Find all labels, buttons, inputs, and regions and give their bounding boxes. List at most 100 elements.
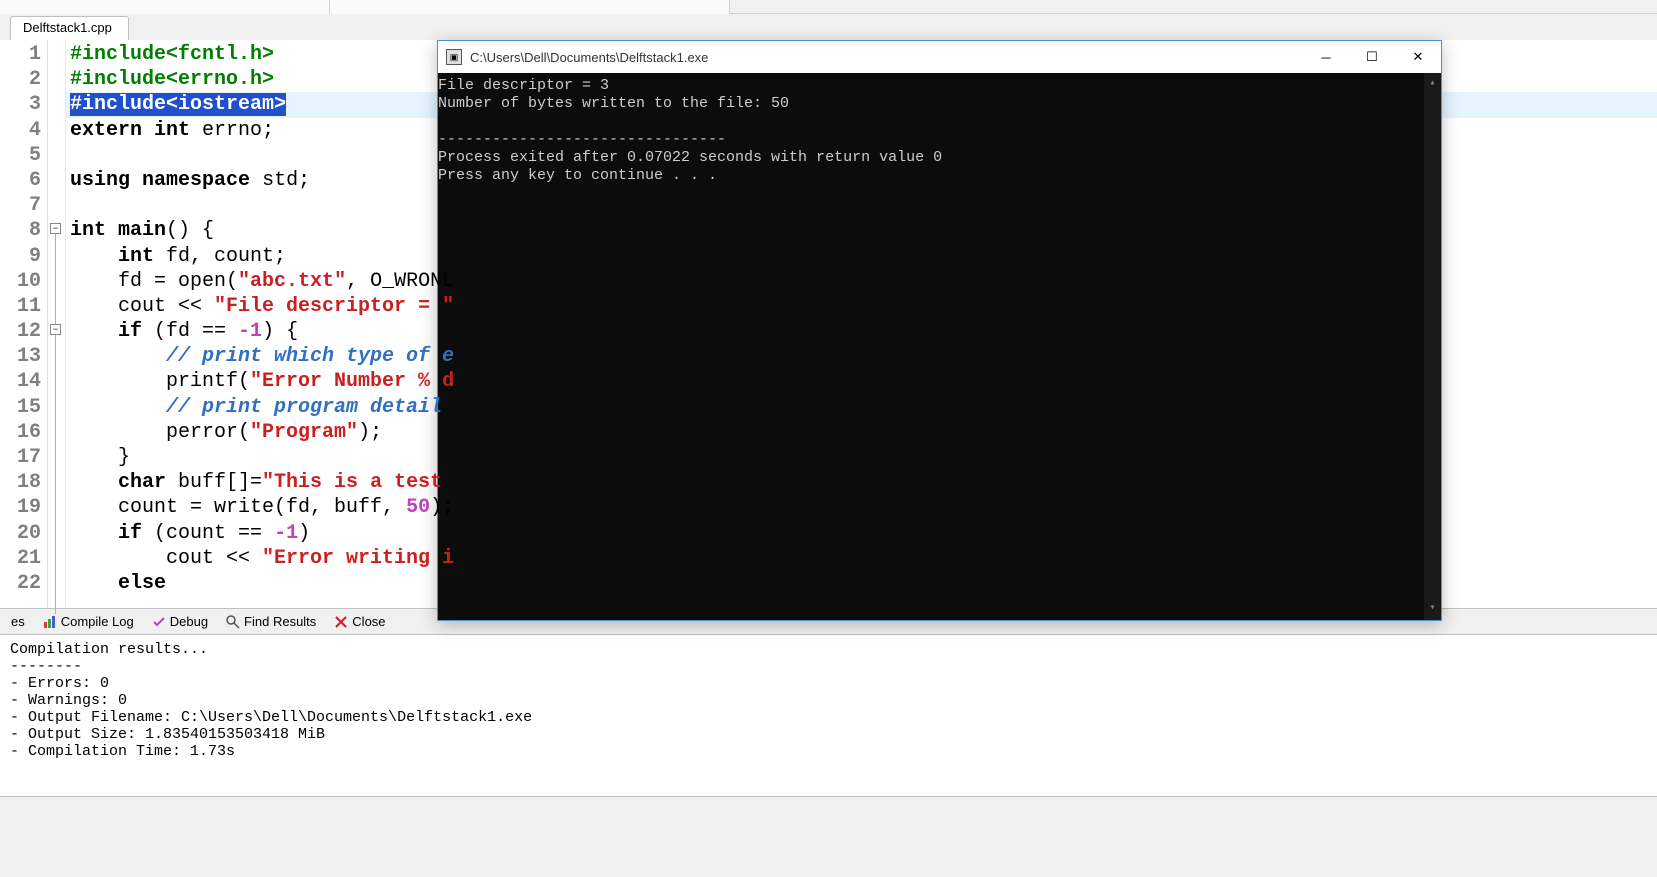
code-text: cout <<	[118, 295, 214, 318]
line-number-gutter: 1 2 3 4 5 6 7 8 9 10 11 12 13 14 15 16 1…	[0, 40, 48, 608]
fold-column: − −	[48, 40, 66, 608]
line-number: 19	[0, 495, 47, 520]
tab-debug[interactable]: Debug	[143, 610, 217, 633]
identifier: std	[250, 169, 298, 192]
close-button[interactable]: ✕	[1395, 41, 1441, 73]
tab-close[interactable]: Close	[325, 610, 394, 633]
preproc: #include<fcntl.h>	[70, 43, 274, 66]
compile-log-panel[interactable]: Compilation results... -------- - Errors…	[0, 634, 1657, 796]
barchart-icon	[43, 615, 57, 629]
indent	[70, 270, 118, 293]
tab-find-results[interactable]: Find Results	[217, 610, 325, 633]
line-number: 16	[0, 420, 47, 445]
tab-resources-clipped[interactable]: es	[2, 610, 34, 633]
keyword: char	[118, 471, 166, 494]
number: -1	[238, 320, 262, 343]
file-tab-bar: Delftstack1.cpp	[0, 14, 1657, 40]
indent	[70, 572, 118, 595]
line-number: 6	[0, 168, 47, 193]
minimize-button[interactable]: ─	[1303, 41, 1349, 73]
comment: // print which type of e	[166, 345, 454, 368]
compile-sep: --------	[10, 658, 82, 675]
line-number: 12	[0, 319, 47, 344]
indent	[70, 471, 118, 494]
tab-label: Find Results	[244, 614, 316, 629]
compile-output-size: - Output Size: 1.83540153503418 MiB	[10, 726, 325, 743]
fold-toggle-icon[interactable]: −	[50, 223, 61, 234]
line-number: 11	[0, 294, 47, 319]
compile-output-filename: - Output Filename: C:\Users\Dell\Documen…	[10, 709, 532, 726]
code-text: }	[118, 446, 130, 469]
fold-guide	[55, 234, 56, 614]
tab-compile-log[interactable]: Compile Log	[34, 610, 143, 633]
code-text: fd, count;	[154, 245, 286, 268]
maximize-button[interactable]: ☐	[1349, 41, 1395, 73]
scroll-down-icon[interactable]: ▾	[1429, 600, 1435, 618]
code-text: count = write(fd, buff,	[118, 496, 406, 519]
code-text: cout <<	[166, 547, 262, 570]
punct: ;	[262, 119, 274, 142]
file-tab-active[interactable]: Delftstack1.cpp	[10, 16, 129, 40]
console-output[interactable]: File descriptor = 3 Number of bytes writ…	[438, 73, 1441, 620]
keyword: else	[118, 572, 166, 595]
code-text: , O_WRONL	[346, 270, 454, 293]
line-number: 20	[0, 521, 47, 546]
line-number: 14	[0, 369, 47, 394]
line-number: 17	[0, 445, 47, 470]
line-number: 15	[0, 395, 47, 420]
code-text: perror(	[166, 421, 250, 444]
line-number: 22	[0, 571, 47, 596]
punct: ()	[166, 219, 190, 242]
tab-label: Close	[352, 614, 385, 629]
fold-toggle-icon[interactable]: −	[50, 324, 61, 335]
indent	[70, 547, 166, 570]
console-titlebar[interactable]: ▣ C:\Users\Dell\Documents\Delftstack1.ex…	[438, 41, 1441, 73]
preproc: #include<errno.h>	[70, 68, 274, 91]
code-text: printf(	[166, 370, 250, 393]
keyword: int	[118, 245, 154, 268]
punct: {	[190, 219, 214, 242]
console-title: C:\Users\Dell\Documents\Delftstack1.exe	[470, 50, 1303, 65]
identifier: errno	[190, 119, 262, 142]
indent	[70, 245, 118, 268]
top-toolbar-stub	[0, 0, 1657, 14]
code-text: (count ==	[142, 522, 274, 545]
string: "Program"	[250, 421, 358, 444]
status-bar-stub	[0, 796, 1657, 810]
compiler-dropdown-stub[interactable]	[0, 0, 330, 14]
indent	[70, 320, 118, 343]
config-dropdown-stub[interactable]	[330, 0, 730, 14]
keyword: if	[118, 320, 142, 343]
console-scrollbar[interactable]: ▴ ▾	[1424, 73, 1441, 620]
console-app-icon: ▣	[446, 49, 462, 65]
code-text: (fd ==	[142, 320, 238, 343]
string: "abc.txt"	[238, 270, 346, 293]
console-window: ▣ C:\Users\Dell\Documents\Delftstack1.ex…	[437, 40, 1442, 621]
tab-label: Compile Log	[61, 614, 134, 629]
number: -1	[274, 522, 298, 545]
function-name: main	[106, 219, 166, 242]
indent	[70, 396, 166, 419]
compile-warnings: - Warnings: 0	[10, 692, 127, 709]
keyword: namespace	[142, 169, 250, 192]
keyword: extern	[70, 119, 142, 142]
line-number: 10	[0, 269, 47, 294]
indent	[70, 522, 118, 545]
line-number: 3	[0, 92, 47, 117]
line-number: 4	[0, 118, 47, 143]
scroll-up-icon[interactable]: ▴	[1429, 75, 1435, 93]
keyword: if	[118, 522, 142, 545]
string: "File descriptor = "	[214, 295, 454, 318]
indent	[70, 421, 166, 444]
number: 50	[406, 496, 430, 519]
code-text: )	[298, 522, 310, 545]
keyword: int	[154, 119, 190, 142]
line-number: 7	[0, 193, 47, 218]
line-number: 5	[0, 143, 47, 168]
keyword: using	[70, 169, 130, 192]
code-text: ) {	[262, 320, 298, 343]
indent	[70, 370, 166, 393]
indent	[70, 345, 166, 368]
indent	[70, 496, 118, 519]
code-text: buff[]=	[166, 471, 262, 494]
